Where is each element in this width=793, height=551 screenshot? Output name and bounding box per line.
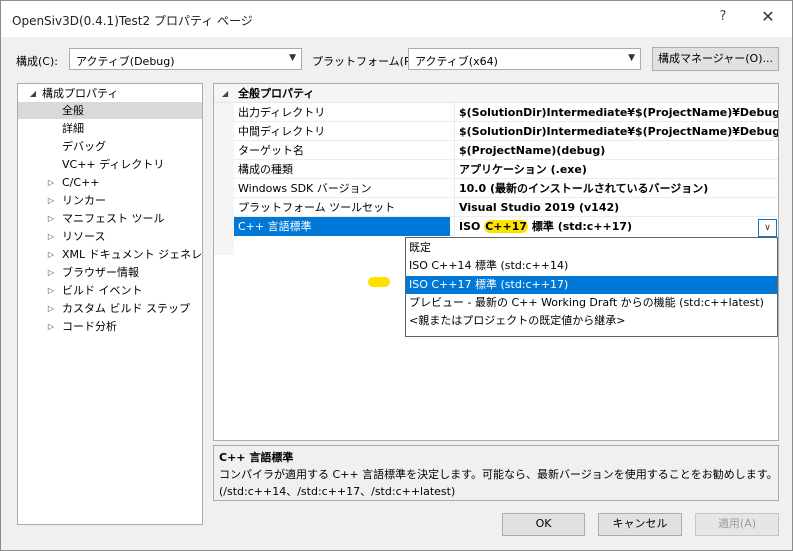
property-row-target-name[interactable]: ターゲット名 $(ProjectName)(debug) <box>234 141 778 160</box>
tree-item-label: ビルド イベント <box>62 284 143 297</box>
property-name: ターゲット名 <box>238 144 304 157</box>
tree-item-code-analysis[interactable]: ▷ コード分析 <box>18 318 202 335</box>
tree-item-xml-doc-generator[interactable]: ▷ XML ドキュメント ジェネレーター <box>18 246 202 263</box>
tree-item-label: リンカー <box>62 194 106 207</box>
description-text: コンパイラが適用する C++ 言語標準を決定します。可能なら、最新バージョンを使… <box>219 468 778 481</box>
config-select[interactable]: アクティブ(Debug) ▼ <box>69 48 302 70</box>
property-row-windows-sdk[interactable]: Windows SDK バージョン 10.0 (最新のインストールされているバー… <box>234 179 778 198</box>
tree-item-label: コード分析 <box>62 320 117 333</box>
tree-collapsed-icon[interactable]: ▷ <box>45 246 57 263</box>
dropdown-option-default[interactable]: 既定 <box>406 239 777 257</box>
tree-item-general[interactable]: 全般 <box>18 102 202 119</box>
property-name: C++ 言語標準 <box>234 217 450 236</box>
window-title: OpenSiv3D(0.4.1)Test2 プロパティ ページ <box>12 14 253 28</box>
tree-item-label: 構成プロパティ <box>42 87 119 100</box>
grid-category-general[interactable]: ◢ 全般プロパティ <box>214 84 778 103</box>
tree-item-label: C/C++ <box>62 176 100 189</box>
dropdown-option-inherit[interactable]: <親またはプロジェクトの既定値から継承> <box>406 312 777 330</box>
tree-item-label: 全般 <box>62 104 84 117</box>
ok-button[interactable]: OK <box>502 513 585 536</box>
tree-item-advanced[interactable]: 詳細 <box>18 120 202 137</box>
tree-collapsed-icon[interactable]: ▷ <box>45 174 57 191</box>
property-name: プラットフォーム ツールセット <box>238 201 396 214</box>
tree-collapsed-icon[interactable]: ▷ <box>45 192 57 209</box>
tree-item-label: XML ドキュメント ジェネレーター <box>62 248 203 261</box>
property-row-platform-toolset[interactable]: プラットフォーム ツールセット Visual Studio 2019 (v142… <box>234 198 778 217</box>
tree-item-label: 詳細 <box>62 122 84 135</box>
close-button[interactable]: ✕ <box>757 7 779 29</box>
description-title: C++ 言語標準 <box>219 451 294 464</box>
description-options: (/std:c++14、/std:c++17、/std:c++latest) <box>219 485 456 498</box>
platform-label: プラットフォーム(P): <box>312 55 419 68</box>
tree-item-label: カスタム ビルド ステップ <box>62 302 190 315</box>
category-expanded-icon[interactable]: ◢ <box>222 84 228 103</box>
highlighter-mark <box>368 277 390 287</box>
category-label: 全般プロパティ <box>238 87 315 100</box>
config-select-value: アクティブ(Debug) <box>76 55 175 68</box>
property-value[interactable]: アプリケーション (.exe) <box>454 160 778 179</box>
tree-item-c-cpp[interactable]: ▷ C/C++ <box>18 174 202 191</box>
property-pages-dialog: OpenSiv3D(0.4.1)Test2 プロパティ ページ ? ✕ 構成(C… <box>0 0 793 551</box>
property-name: 中間ディレクトリ <box>238 125 326 138</box>
tree-collapsed-icon[interactable]: ▷ <box>45 264 57 281</box>
tree-item-label: ブラウザー情報 <box>62 266 139 279</box>
tree-expanded-icon[interactable]: ◢ <box>27 85 39 102</box>
apply-button[interactable]: 適用(A) <box>695 513 779 536</box>
tree-collapsed-icon[interactable]: ▷ <box>45 228 57 245</box>
grid-gutter <box>214 103 234 255</box>
property-value[interactable]: ISO C++17 標準 (std:c++17) <box>454 217 778 236</box>
platform-select[interactable]: アクティブ(x64) ▼ <box>408 48 641 70</box>
cancel-button[interactable]: キャンセル <box>598 513 682 536</box>
property-value[interactable]: $(SolutionDir)Intermediate¥$(ProjectName… <box>454 122 778 141</box>
tree-item-manifest-tool[interactable]: ▷ マニフェスト ツール <box>18 210 202 227</box>
property-name: Windows SDK バージョン <box>238 182 372 195</box>
tree-item-linker[interactable]: ▷ リンカー <box>18 192 202 209</box>
chevron-down-icon: ▼ <box>628 53 635 63</box>
property-value[interactable]: 10.0 (最新のインストールされているバージョン) <box>454 179 778 198</box>
value-suffix: 標準 (std:c++17) <box>528 220 633 233</box>
dropdown-toggle-button[interactable]: ∨ <box>758 219 777 237</box>
tree-item-config-properties[interactable]: ◢ 構成プロパティ <box>18 85 202 102</box>
property-row-output-dir[interactable]: 出力ディレクトリ $(SolutionDir)Intermediate¥$(Pr… <box>234 103 778 122</box>
dropdown-option-cpp14[interactable]: ISO C++14 標準 (std:c++14) <box>406 257 777 275</box>
description-panel: C++ 言語標準 コンパイラが適用する C++ 言語標準を決定します。可能なら、… <box>213 445 779 501</box>
tree-item-resources[interactable]: ▷ リソース <box>18 228 202 245</box>
tree-item-debugging[interactable]: デバッグ <box>18 138 202 155</box>
property-value[interactable]: $(SolutionDir)Intermediate¥$(ProjectName… <box>454 103 778 122</box>
tree-item-label: VC++ ディレクトリ <box>62 158 165 171</box>
value-prefix: ISO <box>459 220 485 233</box>
tree-item-browse-info[interactable]: ▷ ブラウザー情報 <box>18 264 202 281</box>
tree-collapsed-icon[interactable]: ▷ <box>45 282 57 299</box>
tree-item-label: リソース <box>62 230 106 243</box>
property-value[interactable]: Visual Studio 2019 (v142) <box>454 198 778 217</box>
title-bar: OpenSiv3D(0.4.1)Test2 プロパティ ページ ? ✕ <box>1 1 792 37</box>
tree-item-build-events[interactable]: ▷ ビルド イベント <box>18 282 202 299</box>
property-name: 構成の種類 <box>238 163 293 176</box>
config-label: 構成(C): <box>16 55 58 68</box>
dropdown-option-cpplatest[interactable]: プレビュー - 最新の C++ Working Draft からの機能 (std… <box>406 294 777 312</box>
chevron-down-icon: ▼ <box>289 53 296 63</box>
config-manager-button[interactable]: 構成マネージャー(O)... <box>652 47 779 71</box>
tree-item-vc-directories[interactable]: VC++ ディレクトリ <box>18 156 202 173</box>
property-value[interactable]: $(ProjectName)(debug) <box>454 141 778 160</box>
tree-item-label: デバッグ <box>62 140 106 153</box>
help-button[interactable]: ? <box>713 9 733 29</box>
tree-collapsed-icon[interactable]: ▷ <box>45 300 57 317</box>
dropdown-option-cpp17[interactable]: ISO C++17 標準 (std:c++17) <box>406 276 777 294</box>
property-name: 出力ディレクトリ <box>238 106 326 119</box>
platform-select-value: アクティブ(x64) <box>415 55 498 68</box>
property-row-config-type[interactable]: 構成の種類 アプリケーション (.exe) <box>234 160 778 179</box>
tree-item-label: マニフェスト ツール <box>62 212 165 225</box>
property-row-intermediate-dir[interactable]: 中間ディレクトリ $(SolutionDir)Intermediate¥$(Pr… <box>234 122 778 141</box>
cpp-standard-dropdown-list[interactable]: 既定 ISO C++14 標準 (std:c++14) ISO C++17 標準… <box>405 237 778 337</box>
tree-item-custom-build-step[interactable]: ▷ カスタム ビルド ステップ <box>18 300 202 317</box>
property-tree[interactable]: ◢ 構成プロパティ 全般 詳細 デバッグ VC++ ディレクトリ ▷ C/C++… <box>17 83 203 525</box>
highlighted-text: C++17 <box>484 220 529 233</box>
tree-collapsed-icon[interactable]: ▷ <box>45 210 57 227</box>
property-row-cpp-standard[interactable]: C++ 言語標準 ISO C++17 標準 (std:c++17) <box>234 217 778 236</box>
tree-collapsed-icon[interactable]: ▷ <box>45 318 57 335</box>
